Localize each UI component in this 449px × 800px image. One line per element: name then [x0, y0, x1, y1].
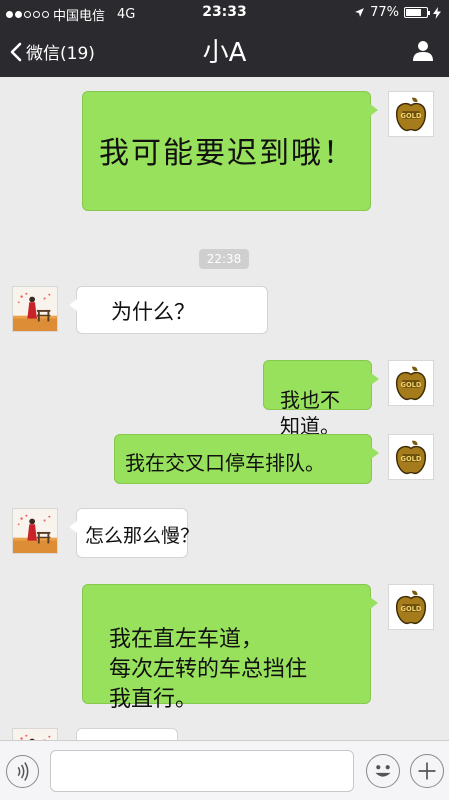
location-arrow-icon: [355, 8, 364, 17]
charging-bolt-icon: [433, 6, 441, 19]
status-right: 77%: [354, 5, 441, 20]
girl-illustration-icon: [13, 729, 57, 740]
voice-icon: [17, 762, 29, 781]
my-avatar[interactable]: GOLD: [388, 360, 434, 406]
received-message-bubble[interactable]: 怎么那么慢？: [69, 508, 199, 558]
person-icon[interactable]: [411, 38, 435, 62]
message-text: 我也不 知道。: [280, 388, 340, 438]
my-avatar[interactable]: GOLD: [388, 584, 434, 630]
svg-text:GOLD: GOLD: [401, 455, 422, 463]
emoji-icon: [375, 765, 391, 777]
status-bar: 中国电信 4G 23:33 77%: [0, 0, 449, 26]
apple-logo-icon: GOLD: [389, 361, 433, 405]
apple-logo-icon: GOLD: [389, 92, 433, 136]
received-message-bubble[interactable]: 为什么？: [69, 286, 268, 334]
svg-text:GOLD: GOLD: [401, 112, 422, 120]
contact-avatar[interactable]: [12, 286, 58, 332]
chat-title: 小A: [202, 38, 247, 68]
plus-icon: [418, 762, 436, 780]
voice-button[interactable]: [6, 755, 39, 788]
input-bar: [0, 740, 449, 800]
sent-message-bubble[interactable]: 我在交叉口停车排队。: [114, 434, 379, 484]
sent-message-bubble[interactable]: 我可能要迟到哦！: [82, 91, 378, 211]
message-text: 怎么那么慢？: [85, 525, 200, 547]
battery-percent: 77%: [370, 5, 399, 20]
my-avatar[interactable]: GOLD: [388, 91, 434, 137]
message-text: 为什么？: [111, 300, 195, 324]
chat-area[interactable]: 我可能要迟到哦！ GOLD 22:38 为什么？ 我也不 知道。 GOLD 我在…: [0, 77, 449, 740]
top-bar: 中国电信 4G 23:33 77% 微信(19) 小A: [0, 0, 449, 77]
contact-avatar[interactable]: [12, 728, 58, 740]
received-message-bubble[interactable]: [76, 728, 178, 740]
girl-illustration-icon: [13, 287, 57, 331]
contact-avatar[interactable]: [12, 508, 58, 554]
apple-logo-icon: GOLD: [389, 585, 433, 629]
svg-text:GOLD: GOLD: [401, 605, 422, 613]
sent-message-bubble[interactable]: 我在直左车道， 每次左转的车总挡住 我直行。: [82, 584, 378, 712]
message-text: 我在交叉口停车排队。: [125, 451, 325, 475]
message-text: 我可能要迟到哦！: [99, 136, 355, 171]
apple-logo-icon: GOLD: [389, 435, 433, 479]
my-avatar[interactable]: GOLD: [388, 434, 434, 480]
sent-message-bubble[interactable]: 我也不 知道。: [263, 360, 379, 438]
message-text: 我在直左车道， 每次左转的车总挡住 我直行。: [109, 627, 308, 712]
battery-icon: [404, 7, 430, 18]
nav-bar: 微信(19) 小A: [0, 26, 449, 77]
timestamp-chip: 22:38: [199, 249, 249, 269]
girl-illustration-icon: [13, 509, 57, 553]
emoji-button[interactable]: [366, 754, 400, 788]
more-button[interactable]: [410, 754, 444, 788]
svg-text:GOLD: GOLD: [401, 381, 422, 389]
message-input[interactable]: [50, 750, 354, 792]
